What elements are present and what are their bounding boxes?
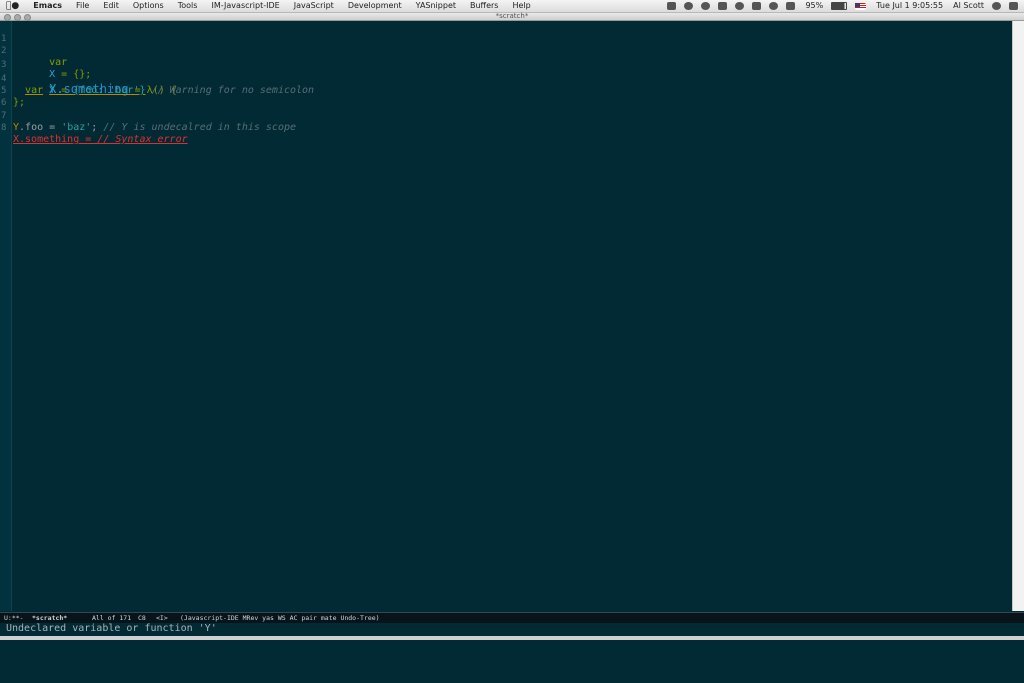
object-literal-warning: {foo: 'bar'}: [73, 85, 146, 96]
window-title-bar: *scratch*: [0, 12, 1024, 21]
app-menu-emacs[interactable]: Emacs: [33, 0, 62, 12]
menu-javascript[interactable]: JavaScript: [294, 0, 334, 12]
code-line-3[interactable]: 3 X.something = λ() {: [0, 47, 177, 96]
apple-menu-icon[interactable]: ●: [6, 0, 19, 12]
user-name[interactable]: Al Scott: [953, 0, 984, 12]
keyword-var-warning: var: [25, 85, 44, 96]
spotlight-icon[interactable]: [992, 2, 1001, 10]
code-line-8[interactable]: 8 X.something = // Syntax error: [0, 110, 188, 145]
keyword-var: var: [49, 57, 68, 68]
echo-area: Undeclared variable or function 'Y': [0, 623, 1024, 635]
code-line-2[interactable]: 2: [0, 33, 24, 56]
notification-center-icon[interactable]: [1009, 2, 1018, 10]
dropbox-icon[interactable]: [667, 2, 677, 10]
menu-file[interactable]: File: [76, 0, 89, 12]
code-line-6[interactable]: 6: [0, 85, 24, 108]
menu-development[interactable]: Development: [348, 0, 402, 12]
clock[interactable]: Tue Jul 1 9:05:55: [876, 0, 943, 12]
string-literal: 'baz': [61, 122, 92, 133]
battery-percent[interactable]: 95%: [805, 0, 823, 12]
comment: // Y is undecalred in this scope: [103, 122, 297, 133]
infinity-icon[interactable]: [718, 2, 728, 10]
code-line-5[interactable]: 5 };: [0, 73, 25, 108]
vertical-scrollbar[interactable]: [1012, 21, 1024, 611]
echo-message: Undeclared variable or function 'Y': [6, 623, 217, 634]
menu-help[interactable]: Help: [512, 0, 530, 12]
skype-icon[interactable]: [701, 2, 711, 10]
input-state: <I>: [156, 614, 168, 622]
operator: =: [43, 122, 62, 133]
syntax-error-comment: // Syntax error: [97, 134, 188, 145]
menu-edit[interactable]: Edit: [103, 0, 119, 12]
volume-icon[interactable]: [786, 2, 796, 10]
menu-tools[interactable]: Tools: [178, 0, 198, 12]
window-bottom-edge: [0, 636, 1024, 640]
bluetooth-icon[interactable]: [752, 2, 762, 10]
input-source-flag-icon[interactable]: [855, 2, 867, 10]
buffer-name[interactable]: *scratch*: [32, 613, 67, 623]
column-number: C8: [138, 614, 146, 622]
wifi-icon[interactable]: [769, 2, 779, 10]
code-line-4[interactable]: 4 var Y = {foo: 'bar'} // Warning for no…: [0, 61, 314, 96]
menu-yasnippet[interactable]: YASnippet: [416, 0, 456, 12]
editor-buffer[interactable]: 1 var X = {}; 2 3 X.something = λ() { 4 …: [0, 21, 1012, 611]
notification-icon[interactable]: [684, 2, 694, 10]
minor-modes[interactable]: (Javascript-IDE MRev yas WS AC pair mate…: [180, 613, 380, 623]
buffer-status: U:**-: [4, 614, 24, 622]
buffer-position: All of 171: [92, 614, 132, 622]
line-number: 8: [1, 123, 7, 133]
code-line-7[interactable]: 7 Y.foo = 'baz'; // Y is undecalred in t…: [0, 98, 296, 133]
operator: =: [55, 85, 74, 96]
semicolon: ;: [91, 122, 98, 133]
window-title: *scratch*: [495, 12, 529, 20]
menu-im-javascript-ide[interactable]: IM-Javascript-IDE: [211, 0, 279, 12]
syntax-error-code: X.something =: [13, 134, 98, 145]
comment: // Warning for no semicolon: [151, 85, 315, 96]
menu-options[interactable]: Options: [133, 0, 164, 12]
battery-icon[interactable]: [831, 2, 848, 10]
code-line-1[interactable]: 1 var X = {};: [0, 21, 91, 80]
time-machine-icon[interactable]: [735, 2, 745, 10]
menu-buffers[interactable]: Buffers: [470, 0, 498, 12]
